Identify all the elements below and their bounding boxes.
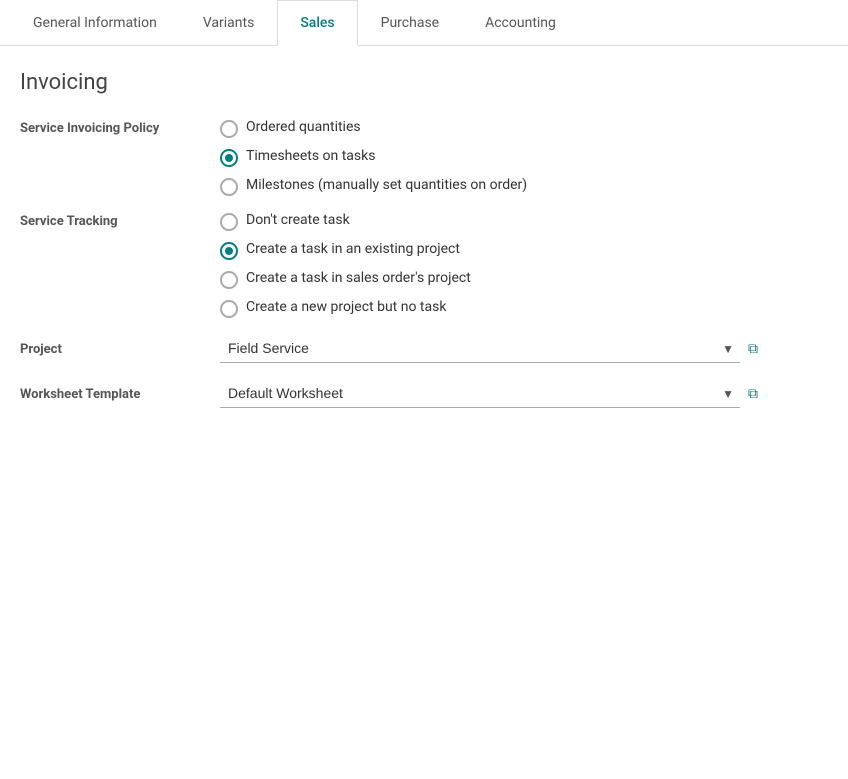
service-tracking-label: Service Tracking xyxy=(20,212,220,229)
tab-bar: General Information Variants Sales Purch… xyxy=(0,0,848,46)
radio-ordered-quantities-label: Ordered quantities xyxy=(246,119,361,135)
radio-milestones-label: Milestones (manually set quantities on o… xyxy=(246,177,527,193)
radio-task-existing-project-input[interactable] xyxy=(220,242,238,260)
worksheet-template-control: Default Worksheet Custom Worksheet ▼ ⧉ xyxy=(220,379,828,408)
radio-dont-create-task-label: Don't create task xyxy=(246,212,350,228)
tab-accounting[interactable]: Accounting xyxy=(462,0,579,46)
radio-task-sales-project-input[interactable] xyxy=(220,271,238,289)
project-control: Field Service Internal Project Support ▼… xyxy=(220,334,828,363)
service-tracking-control: Don't create task Create a task in an ex… xyxy=(220,212,828,318)
radio-task-existing-project[interactable]: Create a task in an existing project xyxy=(220,241,828,260)
radio-new-project-no-task-input[interactable] xyxy=(220,300,238,318)
radio-dont-create-task[interactable]: Don't create task xyxy=(220,212,828,231)
service-invoicing-policy-row: Service Invoicing Policy Ordered quantit… xyxy=(20,119,828,196)
project-select-wrapper: Field Service Internal Project Support ▼ xyxy=(220,334,740,363)
worksheet-select-row: Default Worksheet Custom Worksheet ▼ ⧉ xyxy=(220,379,828,408)
worksheet-select[interactable]: Default Worksheet Custom Worksheet xyxy=(220,379,740,408)
project-select[interactable]: Field Service Internal Project Support xyxy=(220,334,740,363)
worksheet-external-link-icon[interactable]: ⧉ xyxy=(748,386,758,402)
tab-sales[interactable]: Sales xyxy=(277,0,357,46)
radio-new-project-no-task[interactable]: Create a new project but no task xyxy=(220,299,828,318)
worksheet-select-wrapper: Default Worksheet Custom Worksheet ▼ xyxy=(220,379,740,408)
radio-new-project-no-task-label: Create a new project but no task xyxy=(246,299,446,315)
radio-ordered-quantities[interactable]: Ordered quantities xyxy=(220,119,828,138)
tab-variants[interactable]: Variants xyxy=(180,0,278,46)
project-label: Project xyxy=(20,340,220,357)
project-external-link-icon[interactable]: ⧉ xyxy=(748,341,758,357)
service-tracking-row: Service Tracking Don't create task Creat… xyxy=(20,212,828,318)
service-invoicing-policy-label: Service Invoicing Policy xyxy=(20,119,220,136)
invoicing-section-title: Invoicing xyxy=(20,70,828,95)
radio-timesheets-on-tasks-label: Timesheets on tasks xyxy=(246,148,375,164)
tabs-container: General Information Variants Sales Purch… xyxy=(0,0,848,46)
worksheet-template-row: Worksheet Template Default Worksheet Cus… xyxy=(20,379,828,408)
radio-task-sales-project-label: Create a task in sales order's project xyxy=(246,270,471,286)
service-invoicing-policy-group: Ordered quantities Timesheets on tasks M… xyxy=(220,119,828,196)
radio-milestones-input[interactable] xyxy=(220,178,238,196)
radio-dont-create-task-input[interactable] xyxy=(220,213,238,231)
project-row: Project Field Service Internal Project S… xyxy=(20,334,828,363)
radio-ordered-quantities-input[interactable] xyxy=(220,120,238,138)
worksheet-template-label: Worksheet Template xyxy=(20,385,220,402)
radio-timesheets-on-tasks[interactable]: Timesheets on tasks xyxy=(220,148,828,167)
radio-timesheets-on-tasks-input[interactable] xyxy=(220,149,238,167)
radio-task-sales-project[interactable]: Create a task in sales order's project xyxy=(220,270,828,289)
radio-milestones[interactable]: Milestones (manually set quantities on o… xyxy=(220,177,828,196)
tab-content-sales: Invoicing Service Invoicing Policy Order… xyxy=(0,46,848,448)
tab-general-information[interactable]: General Information xyxy=(10,0,180,46)
tab-purchase[interactable]: Purchase xyxy=(358,0,462,46)
service-invoicing-policy-control: Ordered quantities Timesheets on tasks M… xyxy=(220,119,828,196)
radio-task-existing-project-label: Create a task in an existing project xyxy=(246,241,460,257)
project-select-row: Field Service Internal Project Support ▼… xyxy=(220,334,828,363)
service-tracking-group: Don't create task Create a task in an ex… xyxy=(220,212,828,318)
